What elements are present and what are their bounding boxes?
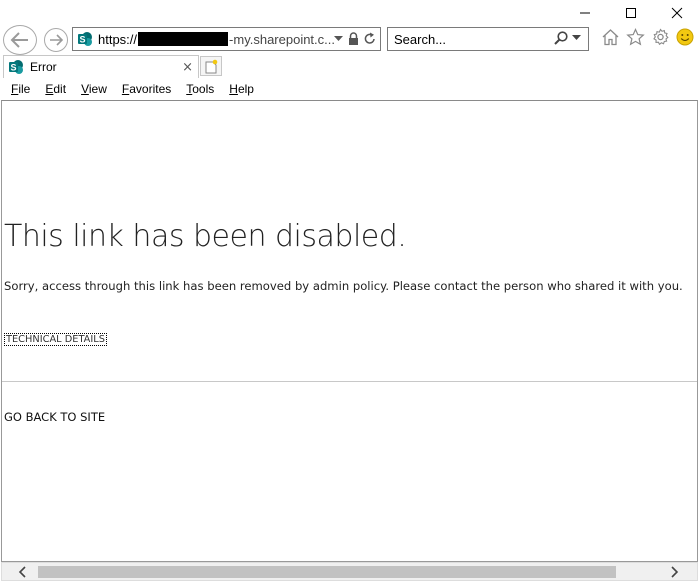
scroll-right-button[interactable] [667,565,683,579]
address-bar[interactable]: S https:// -my.sharepoint.c... [72,27,381,51]
menu-bar: File Edit View Favorites Tools Help [0,78,700,99]
toolbar-icons [601,28,694,46]
minimize-button[interactable] [562,0,608,26]
tab-strip: S Error × [0,55,700,78]
smiley-feedback-icon[interactable] [676,28,694,46]
url-scheme: https:// [98,31,138,47]
dropdown-arrow-icon[interactable] [334,35,343,42]
menu-help[interactable]: Help [229,82,254,96]
new-tab-icon [205,59,218,73]
favorites-star-icon[interactable] [626,28,645,46]
search-input[interactable] [394,31,544,47]
horizontal-scrollbar[interactable] [1,562,698,581]
sharepoint-icon: S [9,60,23,74]
new-tab-button[interactable] [200,56,222,76]
scroll-thumb[interactable] [38,566,616,578]
navigation-bar: S https:// -my.sharepoint.c... [0,24,700,55]
home-icon[interactable] [601,28,620,46]
url-domain: -my.sharepoint.c... [229,31,335,47]
svg-text:S: S [79,35,85,45]
menu-tools[interactable]: Tools [186,82,214,96]
redacted-url-part [138,32,229,46]
address-url[interactable]: https:// -my.sharepoint.c... [98,32,335,47]
chevron-right-icon [671,566,679,578]
dropdown-arrow-icon[interactable] [572,35,581,41]
svg-text:S: S [10,63,16,73]
settings-gear-icon[interactable] [651,28,670,46]
search-box[interactable] [387,27,589,51]
forward-arrow-icon [50,34,63,46]
browser-window: S https:// -my.sharepoint.c... Search...… [0,0,700,583]
minimize-icon [580,12,590,14]
refresh-icon[interactable] [364,32,376,45]
window-controls [562,0,700,26]
forward-button[interactable] [44,28,68,52]
back-button[interactable] [3,25,37,55]
tab-error[interactable]: S Error × [3,55,199,78]
divider [2,381,697,382]
search-icon[interactable] [554,31,568,45]
menu-file[interactable]: File [11,82,30,96]
tab-title: Error [30,60,57,74]
search-box-icons [554,31,581,45]
back-arrow-icon [10,32,28,48]
go-back-to-site-link[interactable]: GO BACK TO SITE [4,410,105,424]
address-bar-icons [334,32,376,45]
close-icon [671,7,683,19]
menu-view[interactable]: View [81,82,107,96]
error-message: Sorry, access through this link has been… [4,279,683,293]
menu-edit[interactable]: Edit [45,82,66,96]
maximize-button[interactable] [608,0,654,26]
close-window-button[interactable] [654,0,700,26]
lock-icon[interactable] [348,32,359,45]
sharepoint-icon: S [77,31,93,47]
page-content: This link has been disabled. Sorry, acce… [1,100,698,562]
maximize-icon [626,8,636,18]
scroll-left-button[interactable] [14,565,30,579]
tab-close-button[interactable]: × [182,60,193,75]
page-title: This link has been disabled. [4,219,407,254]
menu-favorites[interactable]: Favorites [122,82,171,96]
technical-details-button[interactable]: TECHNICAL DETAILS [4,333,107,346]
chevron-left-icon [18,566,26,578]
